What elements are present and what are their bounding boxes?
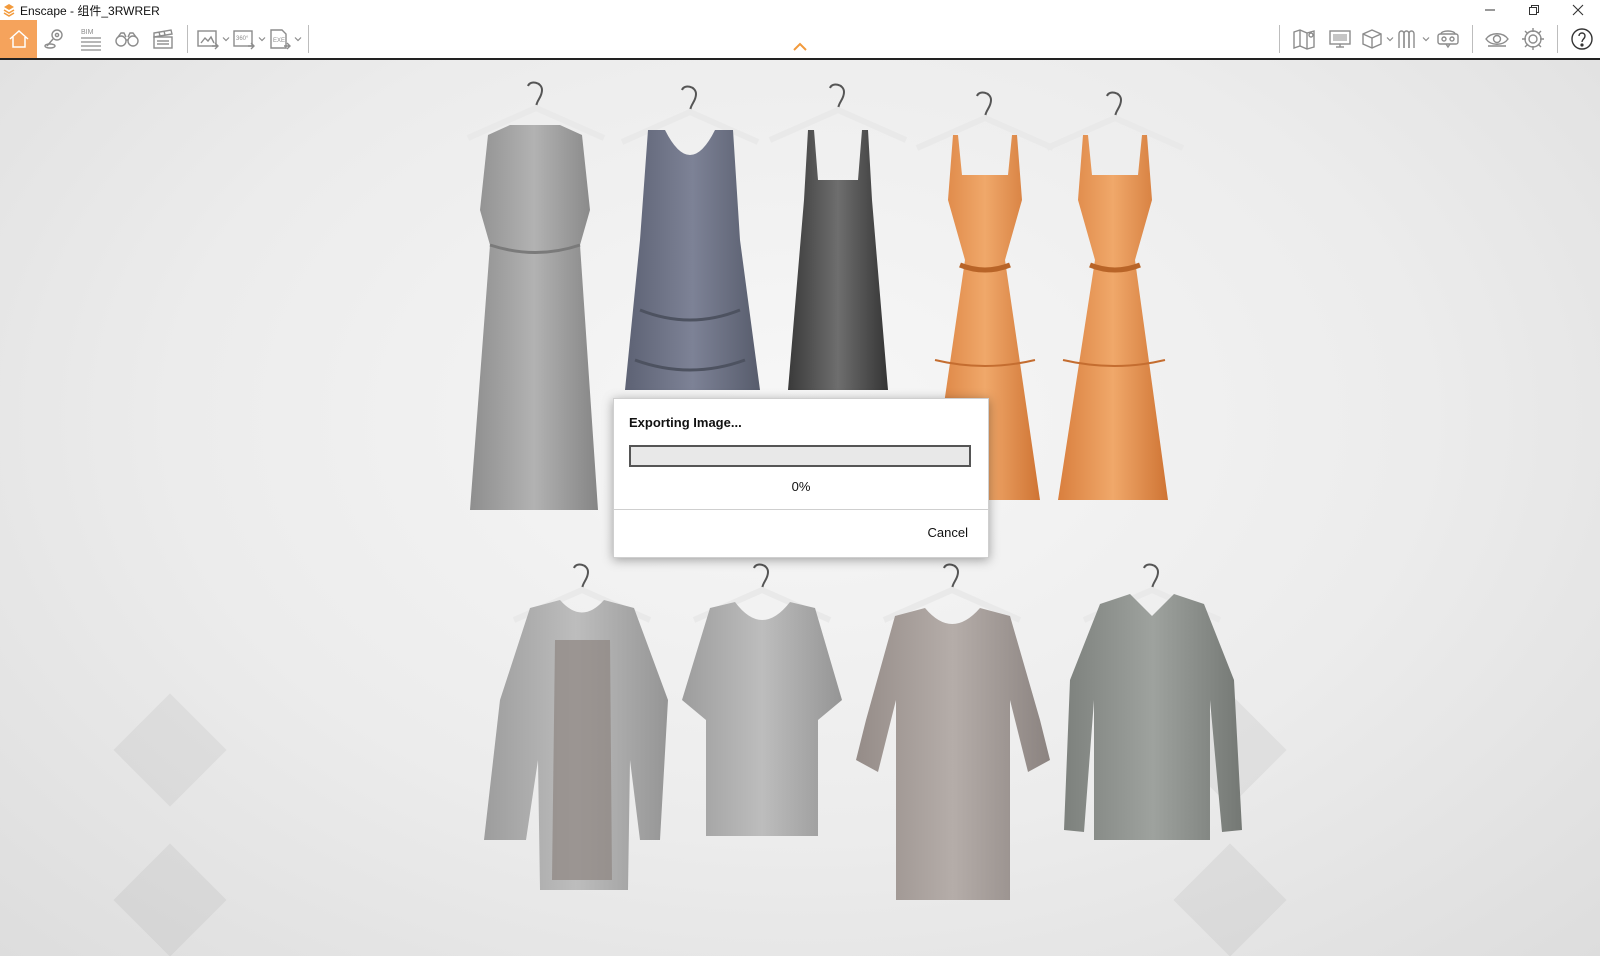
dialog-title: Exporting Image... [629,415,742,430]
eye-icon [1485,33,1509,47]
video-editor-button[interactable] [145,20,181,58]
title-bar: Enscape - 组件_3RWRER [0,0,1600,20]
dress-grey [468,83,604,510]
toolbar-separator [308,25,309,53]
sweater-taupe [856,565,1050,900]
dialog-divider [614,509,988,510]
minimize-icon [1485,9,1495,11]
chevron-down-icon[interactable] [222,35,230,43]
progress-bar [629,445,971,467]
svg-text:EXE: EXE [273,38,285,44]
svg-text:360°: 360° [236,36,249,42]
close-icon [1572,4,1584,16]
enscape-logo-icon [3,4,15,17]
progress-percent: 0% [791,479,811,494]
materials-button[interactable] [1394,20,1430,58]
asset-library-button[interactable] [1358,20,1394,58]
chevron-down-icon[interactable] [294,35,302,43]
dress-orange-2 [1047,93,1183,500]
home-icon [9,29,28,48]
help-icon [1571,28,1593,50]
chevron-down-icon[interactable] [1386,35,1394,43]
exe-export-icon: EXE [269,29,291,50]
monitor-button[interactable] [1322,20,1358,58]
map-icon [1293,29,1315,50]
help-button[interactable] [1564,20,1600,58]
toolbar-separator [187,25,188,53]
bim-icon: BIM [81,29,101,51]
panorama-360-icon: 360° [232,30,255,50]
dress-charcoal [770,85,906,390]
right-tools [1273,20,1600,58]
visual-settings-button[interactable] [109,20,145,58]
restore-button[interactable] [1512,0,1556,20]
monitor-icon [1329,30,1351,48]
minimize-button[interactable] [1468,0,1512,20]
home-button[interactable] [0,20,37,58]
toolbar-separator [1279,25,1280,53]
main-tools: BIM [0,20,181,58]
close-button[interactable] [1556,0,1600,20]
map-button[interactable] [1286,20,1322,58]
chevron-down-icon[interactable] [1422,35,1430,43]
dress-blue-grey [622,87,760,390]
sweater-mesh [484,565,668,890]
bim-button[interactable]: BIM [73,20,109,58]
cancel-button[interactable]: Cancel [928,525,968,540]
clapperboard-icon [153,29,173,49]
gear-icon [1522,28,1544,50]
cube-icon [1361,29,1382,49]
toolbar-separator [1557,25,1558,53]
window-controls [1468,0,1600,20]
exe-export-button[interactable]: EXE [266,20,302,58]
vr-headset-icon [1437,30,1459,49]
toolbar-separator [1472,25,1473,53]
batch-render-button[interactable] [194,20,230,58]
collapse-toolbar-icon[interactable] [792,42,808,52]
eye-button[interactable] [1479,20,1515,58]
settings-button[interactable] [1515,20,1551,58]
binoculars-icon [115,32,139,47]
vr-headset-button[interactable] [1430,20,1466,58]
image-export-icon [196,30,219,50]
chevron-down-icon[interactable] [258,35,266,43]
blouse-sage [1064,565,1242,840]
restore-icon [1529,5,1539,15]
svg-text:BIM: BIM [81,29,94,36]
tshirt-grey [682,565,842,836]
material-icon [1397,30,1415,48]
window-title: Enscape - 组件_3RWRER [20,3,160,18]
toolbar: BIM 360° EXE [0,20,1600,60]
export-tools: 360° EXE [194,20,302,58]
panorama-button[interactable]: 360° [230,20,266,58]
views-button[interactable] [37,20,73,58]
export-progress-dialog: Exporting Image... 0% Cancel [613,398,989,558]
location-pin-icon [44,29,63,49]
